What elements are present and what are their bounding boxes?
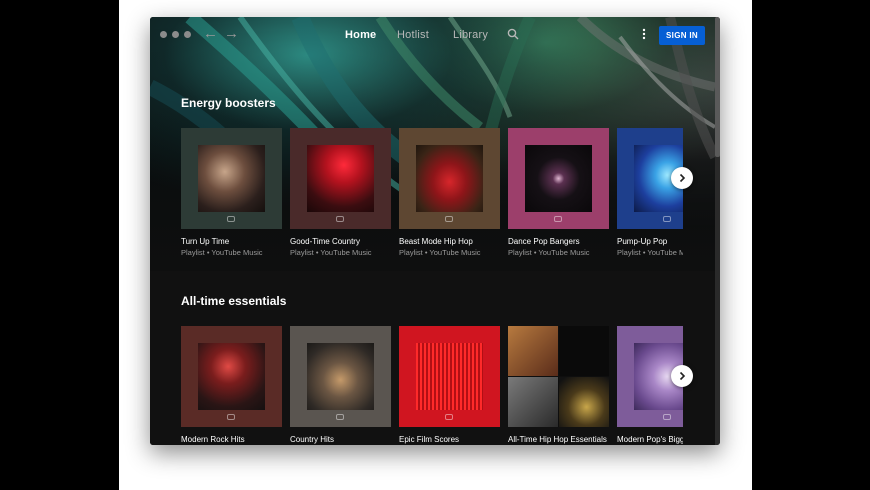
card-title[interactable]: Beast Mode Hip Hop: [399, 237, 473, 246]
card-title[interactable]: Turn Up Time: [181, 237, 229, 246]
cover-art: [198, 343, 265, 410]
playlist-thumbnail[interactable]: [508, 128, 609, 229]
youtube-music-icon: [663, 414, 671, 420]
more-vert-icon[interactable]: [642, 28, 646, 40]
card-subtitle: Playlist • YouTube Music: [181, 248, 263, 257]
card-title[interactable]: All-Time Hip Hop Essentials: [508, 435, 607, 444]
youtube-music-icon: [227, 414, 235, 420]
cover-art: [416, 145, 483, 212]
cover-art: [525, 145, 592, 212]
window-control-maximize[interactable]: [184, 31, 191, 38]
shelf-all-time-essentials: Modern Rock Hits Country Hits Epic Film …: [181, 326, 683, 445]
tab-home[interactable]: Home: [345, 29, 376, 41]
youtube-music-icon: [336, 414, 344, 420]
forward-arrow-icon[interactable]: →: [224, 26, 239, 42]
card-subtitle: Playlist • YouTube Music: [290, 248, 372, 257]
youtube-music-icon: [445, 216, 453, 222]
card-title[interactable]: Good-Time Country: [290, 237, 360, 246]
next-button[interactable]: [671, 365, 693, 387]
top-bar: ← → Home Hotlist Library SIGN IN: [150, 17, 715, 53]
shelf-energy-boosters: Turn Up Time Playlist • YouTube Music Go…: [181, 128, 683, 268]
window-control-minimize[interactable]: [172, 31, 179, 38]
card-title[interactable]: Dance Pop Bangers: [508, 237, 580, 246]
card-title[interactable]: Epic Film Scores: [399, 435, 459, 444]
playlist-thumbnail[interactable]: [508, 326, 609, 427]
cover-art: [307, 343, 374, 410]
playlist-thumbnail[interactable]: [399, 128, 500, 229]
playlist-thumbnail[interactable]: [399, 326, 500, 427]
search-icon[interactable]: [507, 28, 519, 40]
card-subtitle: Playlist • YouTube Music: [399, 248, 481, 257]
playlist-thumbnail[interactable]: [290, 128, 391, 229]
tab-library[interactable]: Library: [453, 29, 488, 41]
card-title[interactable]: Modern Rock Hits: [181, 435, 245, 444]
tab-hotlist[interactable]: Hotlist: [397, 29, 429, 41]
youtube-music-icon: [227, 216, 235, 222]
cover-art: [307, 145, 374, 212]
chevron-right-icon: [679, 371, 686, 381]
youtube-music-icon: [336, 216, 344, 222]
cover-art: [416, 343, 483, 410]
card-subtitle: Playlist • YouTube Music: [508, 248, 590, 257]
window-control-close[interactable]: [160, 31, 167, 38]
app-window: ← → Home Hotlist Library SIGN IN Energy …: [150, 17, 720, 445]
scrollbar-thumb[interactable]: [715, 17, 720, 157]
section-title: Energy boosters: [181, 96, 276, 110]
youtube-music-icon: [663, 216, 671, 222]
card-title[interactable]: Country Hits: [290, 435, 334, 444]
playlist-thumbnail[interactable]: [181, 326, 282, 427]
next-button[interactable]: [671, 167, 693, 189]
card-title[interactable]: Modern Pop's Bigg: [617, 435, 683, 444]
cover-art: [198, 145, 265, 212]
card-title[interactable]: Pump-Up Pop: [617, 237, 667, 246]
chevron-right-icon: [679, 173, 686, 183]
card-subtitle: Playlist • YouTube M: [617, 248, 683, 257]
sign-in-button[interactable]: SIGN IN: [659, 26, 705, 45]
youtube-music-icon: [445, 414, 453, 420]
playlist-thumbnail[interactable]: [181, 128, 282, 229]
back-arrow-icon[interactable]: ←: [203, 26, 218, 42]
youtube-music-icon: [554, 216, 562, 222]
playlist-thumbnail[interactable]: [290, 326, 391, 427]
section-title: All-time essentials: [181, 294, 287, 308]
